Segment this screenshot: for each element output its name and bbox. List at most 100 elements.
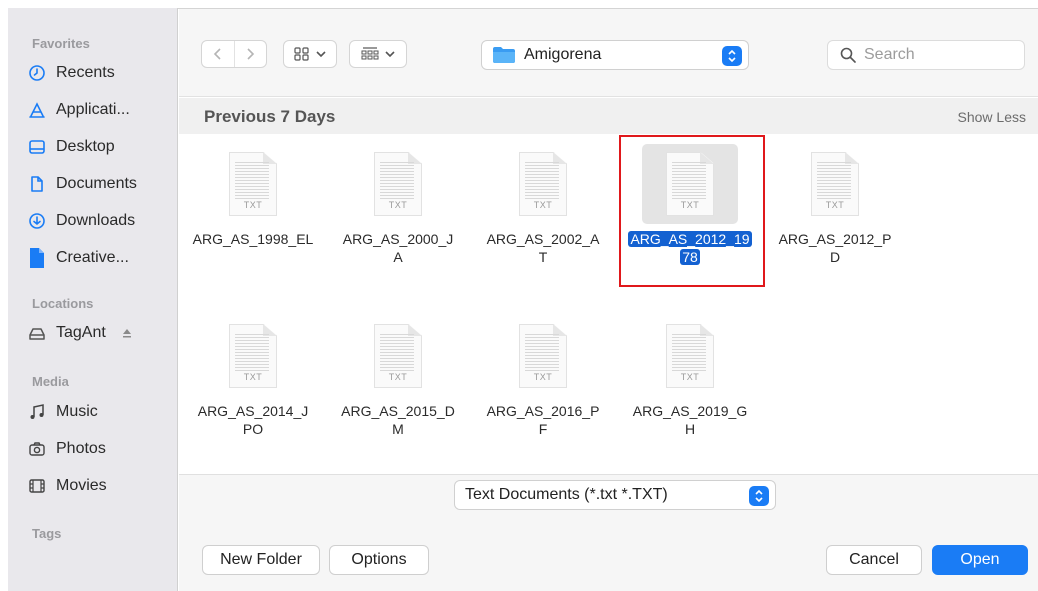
drive-icon [26, 322, 48, 344]
sidebar-item-documents[interactable]: Documents [26, 171, 137, 197]
file-name-line: ARG_AS_2014_J [197, 403, 309, 419]
search-input[interactable]: Search [827, 40, 1025, 70]
sidebar: Favorites Recents Applicati... Desktop D… [8, 8, 178, 591]
search-icon [840, 47, 856, 63]
popup-stepper-icon [722, 46, 742, 66]
toolbar: Amigorena Search [179, 9, 1038, 97]
text-document-icon: TXT [374, 324, 422, 388]
file-name: ARG_AS_1998_EL [181, 230, 325, 248]
sidebar-item-creative[interactable]: Creative... [26, 245, 129, 271]
chevron-left-icon [213, 48, 221, 60]
file-name-line: H [684, 421, 696, 437]
applications-icon [26, 99, 48, 121]
sidebar-item-music[interactable]: Music [26, 399, 98, 425]
chevron-right-icon [247, 48, 255, 60]
file-thumbnail[interactable]: TXT [787, 144, 883, 224]
download-icon [26, 210, 48, 232]
sidebar-item-label: Applicati... [56, 101, 130, 118]
sidebar-item-downloads[interactable]: Downloads [26, 208, 135, 234]
file-name: ARG_AS_2019_G H [618, 402, 762, 438]
location-label: Amigorena [524, 46, 602, 63]
icon-view-button[interactable] [283, 40, 337, 68]
sidebar-item-photos[interactable]: Photos [26, 436, 106, 462]
file-type-label: Text Documents (*.txt *.TXT) [465, 486, 668, 503]
text-document-icon: TXT [374, 152, 422, 216]
open-button[interactable]: Open [932, 545, 1028, 575]
sidebar-section-favorites: Favorites [32, 36, 90, 51]
text-document-icon: TXT [229, 152, 277, 216]
file-ext-badge: TXT [243, 200, 263, 210]
file-item[interactable]: TXT ARG_AS_2016_P F [471, 316, 615, 438]
file-name: ARG_AS_2016_P F [471, 402, 615, 438]
sidebar-item-tagant[interactable]: TagAnt [26, 320, 138, 346]
file-thumbnail[interactable]: TXT [350, 144, 446, 224]
sidebar-item-label: Downloads [56, 212, 136, 229]
sidebar-item-desktop[interactable]: Desktop [26, 134, 115, 160]
file-thumbnail[interactable]: TXT [205, 316, 301, 396]
file-ext-badge: TXT [680, 372, 700, 382]
popup-stepper-icon [749, 486, 769, 506]
group-view-button[interactable] [349, 40, 407, 68]
sidebar-item-applications[interactable]: Applicati... [26, 97, 130, 123]
forward-button[interactable] [233, 41, 266, 67]
file-name-line: F [538, 421, 548, 437]
file-name: ARG_AS_2012_P D [763, 230, 907, 266]
file-name-line: D [829, 249, 841, 265]
music-icon [26, 401, 48, 423]
file-name-line: ARG_AS_2015_D [341, 403, 455, 419]
desktop-icon [26, 136, 48, 158]
text-document-icon: TXT [229, 324, 277, 388]
search-placeholder: Search [864, 46, 915, 63]
sidebar-item-label: Documents [56, 175, 137, 192]
file-name: ARG_AS_2014_J PO [181, 402, 325, 438]
text-document-icon: TXT [666, 324, 714, 388]
file-name-line: T [538, 249, 548, 265]
eject-icon[interactable] [116, 322, 138, 344]
nav-button-group [201, 40, 267, 68]
file-name: ARG_AS_2002_A T [471, 230, 615, 266]
file-thumbnail[interactable]: TXT [495, 144, 591, 224]
file-item[interactable]: TXT ARG_AS_2000_J A [326, 144, 470, 266]
film-icon [26, 475, 48, 497]
file-item[interactable]: TXT ARG_AS_1998_EL [181, 144, 325, 248]
file-item[interactable]: TXT ARG_AS_2014_J PO [181, 316, 325, 438]
back-button[interactable] [202, 41, 234, 67]
sidebar-item-label: Photos [56, 440, 106, 457]
sidebar-item-label: TagAnt [56, 324, 106, 341]
cancel-button[interactable]: Cancel [826, 545, 922, 575]
new-folder-button[interactable]: New Folder [202, 545, 320, 575]
location-popup[interactable]: Amigorena [481, 40, 749, 70]
sidebar-section-tags: Tags [32, 526, 62, 541]
file-name-line: ARG_AS_1998_EL [192, 231, 314, 247]
options-button[interactable]: Options [329, 545, 429, 575]
file-name-line: ARG_AS_2000_J [342, 231, 454, 247]
file-ext-badge: TXT [533, 372, 553, 382]
sidebar-item-recents[interactable]: Recents [26, 60, 115, 86]
file-type-popup[interactable]: Text Documents (*.txt *.TXT) [454, 480, 776, 510]
text-document-icon: TXT [811, 152, 859, 216]
section-title: Previous 7 Days [204, 107, 336, 126]
file-item[interactable]: TXT ARG_AS_2015_D M [326, 316, 470, 438]
file-name: ARG_AS_2000_J A [326, 230, 470, 266]
file-name-line: ARG_AS_2019_G [632, 403, 748, 419]
file-name-line: ARG_AS_2012_P [778, 231, 892, 247]
text-document-icon: TXT [519, 152, 567, 216]
file-ext-badge: TXT [825, 200, 845, 210]
file-browser: Previous 7 Days Show Less TXT ARG_AS_1998… [179, 98, 1038, 474]
file-thumbnail[interactable]: TXT [642, 316, 738, 396]
file-thumbnail[interactable]: TXT [495, 316, 591, 396]
file-item[interactable]: TXT ARG_AS_2012_P D [763, 144, 907, 266]
file-ext-badge: TXT [388, 372, 408, 382]
file-item[interactable]: TXT ARG_AS_2002_A T [471, 144, 615, 266]
file-item[interactable]: TXT ARG_AS_2019_G H [618, 316, 762, 438]
file-thumbnail[interactable]: TXT [350, 316, 446, 396]
file-name-line: ARG_AS_2002_A [486, 231, 600, 247]
sidebar-item-movies[interactable]: Movies [26, 473, 107, 499]
camera-icon [26, 438, 48, 460]
show-less-button[interactable]: Show Less [958, 109, 1026, 125]
folder-icon [493, 47, 515, 63]
file-ext-badge: TXT [388, 200, 408, 210]
file-thumbnail[interactable]: TXT [205, 144, 301, 224]
document-icon [26, 173, 48, 195]
file-icon [26, 247, 48, 269]
